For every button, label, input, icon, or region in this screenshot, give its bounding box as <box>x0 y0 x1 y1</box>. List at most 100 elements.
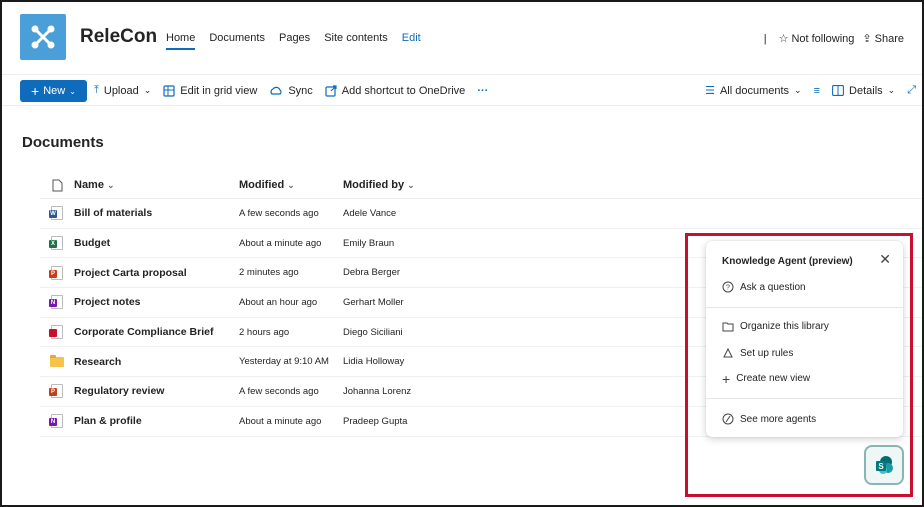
follow-button[interactable]: ☆ Not following <box>779 32 855 46</box>
document-icon <box>52 179 62 191</box>
modified-by-cell: Adele Vance <box>343 207 397 219</box>
site-logo-icon <box>31 25 55 49</box>
close-icon[interactable]: ✕ <box>879 251 891 268</box>
shortcut-icon <box>325 84 337 97</box>
file-name[interactable]: Plan & profile <box>74 415 239 427</box>
filter-icon: ≡ <box>813 84 821 97</box>
powerpoint-file-icon: P <box>49 384 63 399</box>
modified-by-cell: Debra Berger <box>343 267 401 279</box>
file-name[interactable]: Project Carta proposal <box>74 267 239 279</box>
command-items: ⤒ Upload ⌄ Edit in grid view Sync Add sh… <box>94 84 488 97</box>
new-button[interactable]: + New ⌄ <box>20 80 87 102</box>
details-button[interactable]: Details ⌄ <box>832 85 895 97</box>
sync-icon <box>270 86 282 95</box>
chevron-down-icon: ⌄ <box>407 180 415 190</box>
file-name[interactable]: Corporate Compliance Brief <box>74 326 239 338</box>
file-type-cell <box>40 325 74 340</box>
table-row[interactable]: W Bill of materials A few seconds ago Adele… <box>40 199 922 229</box>
file-type-cell: N <box>40 295 74 310</box>
file-name[interactable]: Research <box>74 356 239 368</box>
modified-by-cell: Diego Siciliani <box>343 326 403 338</box>
site-header: ReleCon Home Documents Pages Site conten… <box>2 2 922 74</box>
plus-icon: + <box>722 370 731 387</box>
filter-button[interactable]: ≡ <box>814 85 820 97</box>
add-shortcut-button[interactable]: Add shortcut to OneDrive <box>325 84 466 97</box>
excel-file-icon: X <box>49 236 63 251</box>
list-view-icon: ☰ <box>705 85 715 97</box>
sync-button[interactable]: Sync <box>269 84 313 97</box>
file-type-header[interactable] <box>40 179 74 192</box>
modified-cell: Yesterday at 9:10 AM <box>239 356 329 368</box>
upload-label: Upload <box>103 84 139 97</box>
file-name[interactable]: Project notes <box>74 296 239 308</box>
share-icon: ⇪ <box>862 33 872 45</box>
list-header: Name ⌄ Modified ⌄ Modified by ⌄ <box>40 172 922 199</box>
header-divider: | <box>763 32 767 45</box>
expand-button[interactable]: ⤢ <box>907 84 916 97</box>
word-file-icon: W <box>49 206 63 221</box>
file-name[interactable]: Bill of materials <box>74 207 239 219</box>
folder-sparkle-icon <box>722 322 734 332</box>
nav-edit-link[interactable]: Edit <box>402 32 421 50</box>
command-bar: + New ⌄ ⤒ Upload ⌄ Edit in grid view Syn… <box>2 74 922 106</box>
knowledge-agent-button[interactable]: S <box>864 445 904 485</box>
file-name[interactable]: Regulatory review <box>74 385 239 397</box>
chevron-down-icon: ⌄ <box>287 180 295 190</box>
share-label: Share <box>874 32 904 45</box>
nav-documents[interactable]: Documents <box>209 32 265 50</box>
organize-library-item[interactable]: Organize this library <box>722 321 829 332</box>
set-up-rules-item[interactable]: Set up rules <box>722 347 793 359</box>
modified-cell: About an hour ago <box>239 296 318 308</box>
view-switcher[interactable]: ☰ All documents ⌄ <box>705 84 802 98</box>
modified-column-header[interactable]: Modified ⌄ <box>239 179 343 191</box>
modified-by-cell: Pradeep Gupta <box>343 415 408 427</box>
view-label: All documents <box>719 84 790 97</box>
create-view-item[interactable]: + Create new view <box>722 370 810 387</box>
edit-grid-button[interactable]: Edit in grid view <box>163 85 257 97</box>
modified-by-header-label: Modified by <box>343 179 405 191</box>
site-title[interactable]: ReleCon <box>80 26 157 48</box>
nav-site-contents[interactable]: Site contents <box>324 32 388 50</box>
modified-cell: 2 hours ago <box>239 326 290 338</box>
knowledge-agent-panel: Knowledge Agent (preview) ✕ ? Ask a ques… <box>706 241 903 437</box>
upload-icon: ⤒ <box>94 84 99 96</box>
rules-icon <box>723 347 733 358</box>
modified-by-cell: Emily Braun <box>343 237 395 249</box>
add-shortcut-label: Add shortcut to OneDrive <box>341 84 466 97</box>
modified-cell: A few seconds ago <box>239 207 319 219</box>
file-type-cell: P <box>40 384 74 399</box>
name-header-label: Name <box>74 179 104 191</box>
file-type-cell <box>40 354 74 367</box>
follow-label: Not following <box>791 32 855 45</box>
modified-by-cell: Gerhart Moller <box>343 296 404 308</box>
upload-button[interactable]: ⤒ Upload ⌄ <box>94 84 151 97</box>
app-frame: ReleCon Home Documents Pages Site conten… <box>0 0 924 507</box>
ask-question-label: Ask a question <box>740 281 806 293</box>
sharepoint-icon: S <box>876 456 893 474</box>
name-column-header[interactable]: Name ⌄ <box>74 179 239 191</box>
sync-label: Sync <box>288 84 313 97</box>
ask-question-item[interactable]: ? Ask a question <box>722 281 806 293</box>
view-controls: ☰ All documents ⌄ ≡ Details ⌄ ⤢ <box>705 84 916 97</box>
see-more-agents-item[interactable]: See more agents <box>722 413 816 425</box>
powerpoint-file-icon: P <box>49 265 63 280</box>
modified-cell: A few seconds ago <box>239 385 319 397</box>
plus-icon: + <box>31 83 40 99</box>
set-up-rules-label: Set up rules <box>740 347 794 359</box>
details-label: Details <box>849 84 883 97</box>
grid-icon <box>163 84 175 97</box>
edit-grid-label: Edit in grid view <box>180 84 258 97</box>
modified-by-column-header[interactable]: Modified by ⌄ <box>343 179 463 191</box>
chevron-down-icon: ⌄ <box>143 85 152 95</box>
nav-pages[interactable]: Pages <box>279 32 310 50</box>
more-options-button[interactable]: ··· <box>477 85 488 97</box>
site-logo[interactable] <box>20 14 66 60</box>
panel-title: Knowledge Agent (preview) <box>722 256 853 267</box>
share-button[interactable]: ⇪ Share <box>862 32 904 46</box>
svg-text:?: ? <box>726 285 730 292</box>
svg-text:S: S <box>878 462 884 471</box>
file-name[interactable]: Budget <box>74 237 239 249</box>
nav-home[interactable]: Home <box>166 32 196 50</box>
panel-divider <box>706 307 903 308</box>
chevron-down-icon: ⌄ <box>887 85 896 95</box>
